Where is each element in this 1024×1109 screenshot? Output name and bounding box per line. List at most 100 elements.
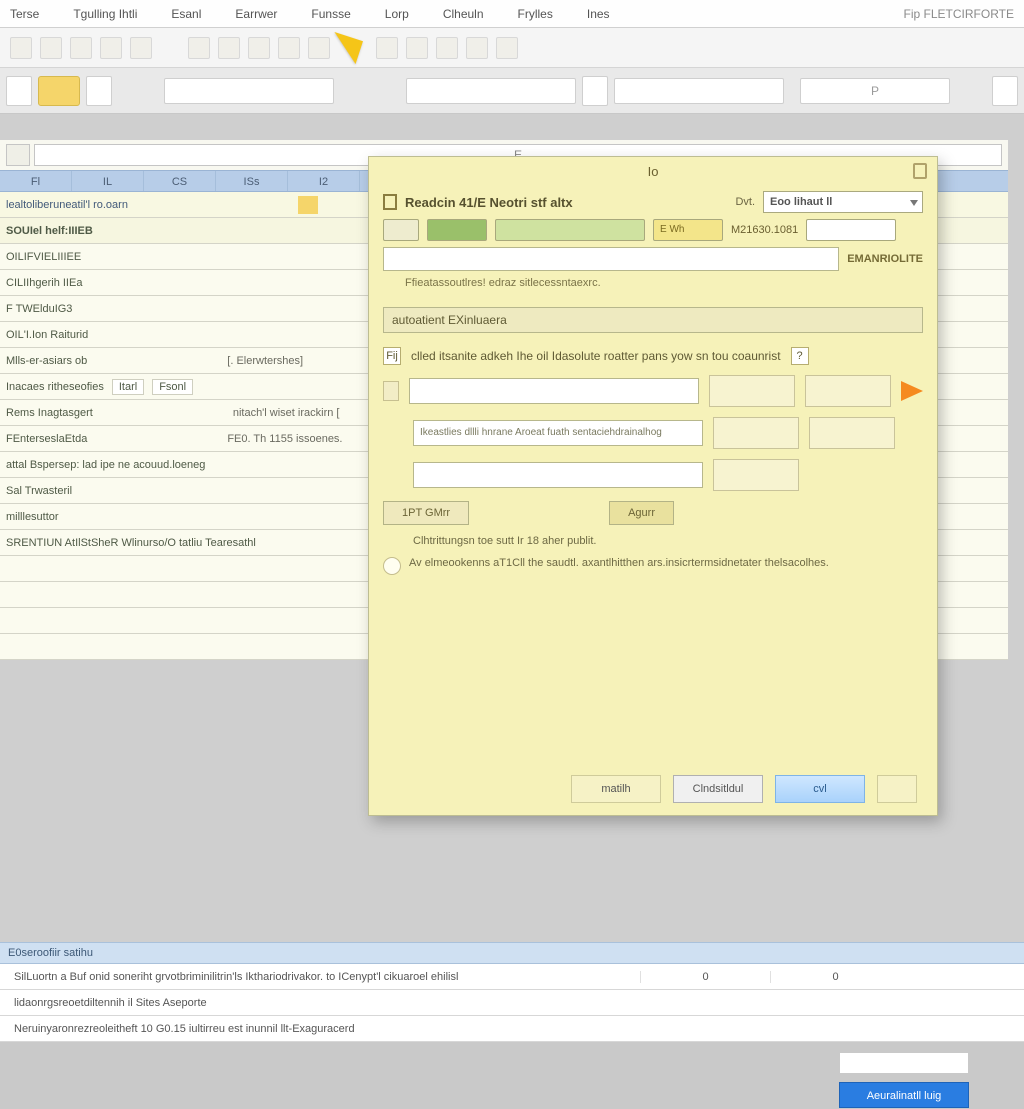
menu-item[interactable]: Frylles bbox=[518, 7, 553, 21]
book-icon bbox=[383, 194, 397, 210]
info-icon bbox=[383, 557, 401, 575]
footer-button[interactable] bbox=[877, 775, 917, 803]
toolbar-icon[interactable] bbox=[40, 37, 62, 59]
cell-text: SilLuortn a Buf onid soneriht grvotbrimi… bbox=[0, 971, 640, 983]
field-input[interactable]: Ikeastlies dllli hnrane Aroeat fuath sen… bbox=[413, 420, 703, 446]
menu-item[interactable]: Clheuln bbox=[443, 7, 484, 21]
toolbar-icon[interactable] bbox=[188, 37, 210, 59]
menu-item[interactable]: Ines bbox=[587, 7, 610, 21]
help-icon[interactable]: ? bbox=[791, 347, 809, 365]
field-input[interactable] bbox=[409, 378, 699, 404]
combo-value: Eoo lihaut ll bbox=[764, 196, 832, 208]
bottom-primary-button[interactable]: Aeuralinatll luig bbox=[839, 1082, 969, 1108]
ribbon-field[interactable] bbox=[164, 78, 334, 104]
cell-text: lealtoliberuneatil'l ro.oarn bbox=[6, 199, 128, 211]
pill-button[interactable] bbox=[495, 219, 645, 241]
note-row: Av elmeookenns aT1Cll the saudtl. axantl… bbox=[383, 557, 923, 575]
col-header[interactable]: CS bbox=[144, 171, 216, 191]
cell-text: [. Elerwtershes] bbox=[227, 355, 303, 367]
menu-item[interactable]: Tgulling Ihtli bbox=[73, 7, 137, 21]
menu-item[interactable]: Terse bbox=[10, 7, 39, 21]
toolbar-icon[interactable] bbox=[406, 37, 428, 59]
toolbar bbox=[0, 28, 1024, 68]
cell-text: Rems Inagtasgert bbox=[6, 407, 93, 419]
long-input[interactable] bbox=[383, 247, 839, 271]
cell-text: F TWElduIG3 bbox=[6, 303, 72, 315]
pill-label: E Wh bbox=[654, 224, 684, 235]
igmr-button[interactable]: 1PT GMrr bbox=[383, 501, 469, 525]
ok-button[interactable]: cvl bbox=[775, 775, 865, 803]
bottom-panel: E0seroofiir satihu SilLuortn a Buf onid … bbox=[0, 942, 1024, 1042]
field-row bbox=[383, 459, 923, 491]
cancel-button[interactable]: Clndsitldul bbox=[673, 775, 763, 803]
toolbar-icon[interactable] bbox=[130, 37, 152, 59]
pill-button[interactable] bbox=[427, 219, 487, 241]
menu-item[interactable]: Funsse bbox=[311, 7, 350, 21]
ext-combo[interactable]: Eoo lihaut ll bbox=[763, 191, 923, 213]
menu-item[interactable]: Lorp bbox=[385, 7, 409, 21]
pill-label: M21630.1081 bbox=[731, 219, 798, 241]
field-icon bbox=[383, 381, 399, 401]
name-box[interactable] bbox=[6, 144, 30, 166]
col-header[interactable]: Fl bbox=[0, 171, 72, 191]
toolbar-icon[interactable] bbox=[376, 37, 398, 59]
toolbar-icon[interactable] bbox=[248, 37, 270, 59]
toolbar-icon[interactable] bbox=[278, 37, 300, 59]
pill-button[interactable] bbox=[383, 219, 419, 241]
col-header[interactable]: ISs bbox=[216, 171, 288, 191]
cell-text: attal Bspersep: lad ipe ne acouud.loeneg bbox=[6, 459, 205, 471]
ribbon-button[interactable] bbox=[6, 76, 32, 106]
side-label: EMANRIOLITE bbox=[847, 253, 923, 265]
table-row[interactable]: lidaonrgsreoetdiltennih il Sites Aseport… bbox=[0, 990, 1024, 1016]
ribbon-bar: P bbox=[0, 68, 1024, 114]
ribbon-button[interactable] bbox=[582, 76, 608, 106]
ribbon-field[interactable] bbox=[614, 78, 784, 104]
cell-text: SOUIel helf:IIIEB bbox=[6, 225, 93, 237]
ribbon-button[interactable] bbox=[86, 76, 112, 106]
footer-button[interactable]: matilh bbox=[571, 775, 661, 803]
cell-text: OIL'I.Ion Raiturid bbox=[6, 329, 88, 341]
pill-button[interactable]: E Wh bbox=[653, 219, 723, 241]
ribbon-button[interactable] bbox=[992, 76, 1018, 106]
menu-item[interactable]: Earrwer bbox=[235, 7, 277, 21]
dialog-footer: matilh Clndsitldul cvl bbox=[369, 775, 937, 803]
field-input[interactable] bbox=[413, 462, 703, 488]
preview-box bbox=[805, 375, 891, 407]
ribbon-field[interactable] bbox=[406, 78, 576, 104]
apply-button[interactable]: Agurr bbox=[609, 501, 674, 525]
trash-icon[interactable] bbox=[913, 163, 927, 179]
pill-input[interactable] bbox=[806, 219, 896, 241]
cell-text: Inacaes ritheseofies bbox=[6, 381, 104, 393]
table-row[interactable]: SilLuortn a Buf onid soneriht grvotbrimi… bbox=[0, 964, 1024, 990]
table-row[interactable]: Neruinyaronrezreoleitheft 10 G0.15 iulti… bbox=[0, 1016, 1024, 1042]
toolbar-icon[interactable] bbox=[308, 37, 330, 59]
toolbar-icon[interactable] bbox=[70, 37, 92, 59]
ribbon-wide-field[interactable]: P bbox=[800, 78, 950, 104]
arrow-icon bbox=[901, 381, 923, 401]
cell-text: Mlls-er-asiars ob bbox=[6, 355, 87, 367]
toolbar-icon[interactable] bbox=[218, 37, 240, 59]
cell-text: FEnterseslaEtda bbox=[6, 433, 87, 445]
dialog-heading: Readcin 41/E Neotri stf altx Dvt. Eoo li… bbox=[383, 191, 923, 213]
col-header[interactable]: IL bbox=[72, 171, 144, 191]
cell-text: milllesuttor bbox=[6, 511, 59, 523]
cell-text: Sal Trwasteril bbox=[6, 485, 72, 497]
toolbar-icon[interactable] bbox=[436, 37, 458, 59]
col-header[interactable]: I2 bbox=[288, 171, 360, 191]
toolbar-icon[interactable] bbox=[100, 37, 122, 59]
prompt-row: Fij clled itsanite adkeh Ihe oil Idasolu… bbox=[383, 347, 923, 365]
tag-badge: Fsonl bbox=[152, 379, 193, 395]
group-title: autoatient EXinluaera bbox=[383, 307, 923, 333]
preview-box bbox=[809, 417, 895, 449]
toolbar-icon[interactable] bbox=[466, 37, 488, 59]
toolbar-icon[interactable] bbox=[496, 37, 518, 59]
preview-box bbox=[709, 375, 795, 407]
toolbar-icon[interactable] bbox=[10, 37, 32, 59]
menu-item[interactable]: Esanl bbox=[171, 7, 201, 21]
ribbon-active-tab[interactable] bbox=[38, 76, 80, 106]
cell-text: lidaonrgsreoetdiltennih il Sites Aseport… bbox=[0, 997, 640, 1009]
menu-bar: Terse Tgulling Ihtli Esanl Earrwer Funss… bbox=[0, 0, 1024, 28]
bottom-input[interactable] bbox=[839, 1052, 969, 1074]
field-row: Ikeastlies dllli hnrane Aroeat fuath sen… bbox=[383, 417, 923, 449]
dialog-titlebar: Io bbox=[369, 157, 937, 185]
